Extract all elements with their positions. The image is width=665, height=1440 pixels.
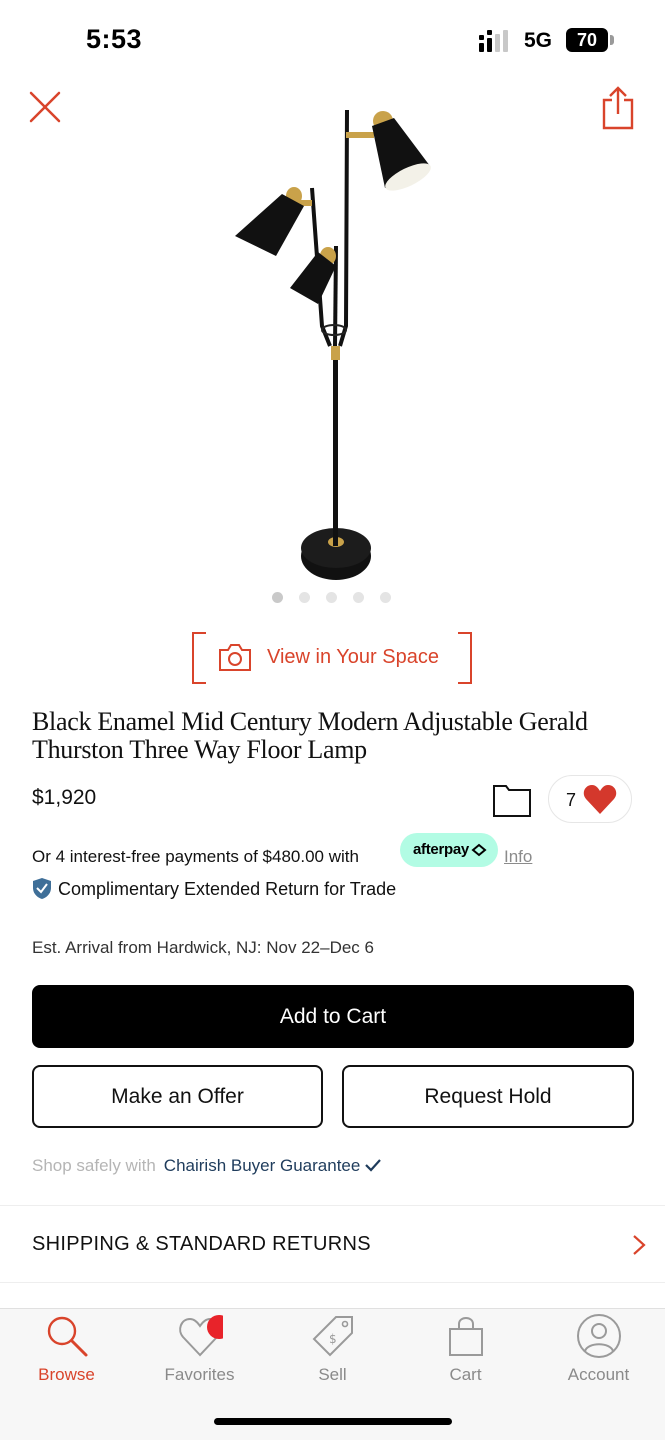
tab-label: Browse [38, 1365, 95, 1384]
tab-label: Cart [449, 1365, 482, 1384]
return-policy-text: Complimentary Extended Return for Trade [58, 879, 397, 899]
tab-browse[interactable]: Browse [0, 1309, 133, 1399]
estimated-arrival: Est. Arrival from Hardwick, NJ: Nov 22–D… [32, 938, 374, 957]
bracket-right [458, 632, 472, 684]
product-price: $1,920 [32, 786, 97, 809]
view-in-space-button[interactable]: View in Your Space [192, 632, 472, 684]
tag-icon: $ [312, 1316, 353, 1357]
battery-icon: 70 [566, 28, 608, 52]
tab-sell[interactable]: $ Sell [266, 1309, 399, 1399]
share-icon[interactable] [600, 86, 636, 130]
favorite-count: 7 [566, 790, 577, 810]
signal-icon [479, 30, 508, 52]
afterpay-badge[interactable]: afterpay [400, 833, 498, 867]
product-title: Black Enamel Mid Century Modern Adjustab… [32, 707, 588, 764]
afterpay-info-link[interactable]: Info [504, 847, 532, 867]
heart-icon [583, 785, 617, 814]
check-icon [365, 1159, 382, 1172]
installments-text: Or 4 interest-free payments of $480.00 w… [32, 847, 359, 866]
user-icon [577, 1314, 621, 1358]
divider [0, 1282, 665, 1283]
network-label: 5G [524, 29, 553, 52]
afterpay-label: afterpay [413, 841, 469, 858]
guarantee-prefix: Shop safely with [32, 1156, 156, 1175]
status-time: 5:53 [86, 24, 143, 54]
camera-icon [219, 644, 251, 671]
shipping-returns-label: SHIPPING & STANDARD RETURNS [32, 1233, 371, 1255]
add-to-cart-button[interactable]: Add to Cart [32, 985, 634, 1048]
tab-cart[interactable]: Cart [399, 1309, 532, 1399]
bag-icon [449, 1317, 483, 1356]
tab-account[interactable]: Account [532, 1309, 665, 1399]
tab-label: Account [567, 1365, 630, 1384]
make-offer-button[interactable]: Make an Offer [32, 1065, 323, 1128]
afterpay-arrows-icon [471, 843, 487, 857]
favorite-button[interactable]: 7 [548, 775, 632, 823]
view-in-space-label: View in Your Space [267, 646, 439, 668]
carousel-dots[interactable] [272, 592, 391, 604]
tab-label: Favorites [164, 1365, 235, 1384]
carousel-dot[interactable] [353, 592, 364, 603]
tab-label: Sell [318, 1365, 347, 1384]
battery-tip [610, 35, 614, 45]
carousel-dot[interactable] [326, 592, 337, 603]
home-indicator [214, 1418, 452, 1425]
carousel-dot[interactable] [272, 592, 283, 603]
shield-icon [33, 878, 51, 899]
chevron-right-icon [633, 1235, 646, 1255]
shipping-returns-row[interactable]: SHIPPING & STANDARD RETURNS [0, 1206, 665, 1282]
carousel-dot[interactable] [380, 592, 391, 603]
status-bar: 5:53 5G 70 [0, 0, 665, 80]
buyer-guarantee: Shop safely with Chairish Buyer Guarantee [32, 1156, 382, 1176]
request-hold-button[interactable]: Request Hold [342, 1065, 634, 1128]
bracket-left [192, 632, 206, 684]
carousel-dot[interactable] [299, 592, 310, 603]
search-icon [47, 1316, 88, 1357]
folder-icon[interactable] [492, 782, 532, 818]
close-icon[interactable] [28, 90, 62, 124]
product-image[interactable] [200, 96, 465, 596]
buyer-guarantee-link[interactable]: Chairish Buyer Guarantee [164, 1156, 361, 1175]
heart-icon [179, 1315, 223, 1357]
svg-text:$: $ [329, 1332, 337, 1346]
tab-favorites[interactable]: Favorites [133, 1309, 266, 1399]
